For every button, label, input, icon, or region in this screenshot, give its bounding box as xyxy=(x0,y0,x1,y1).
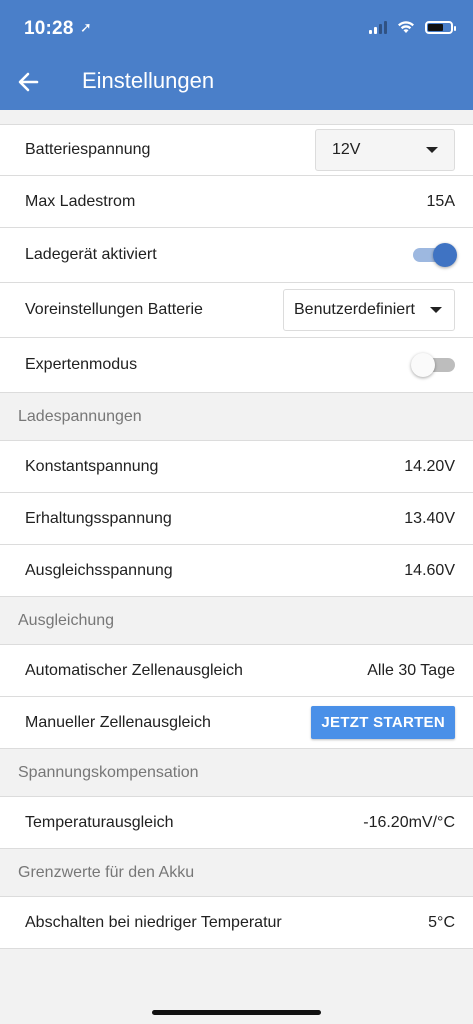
battery-presets-select[interactable]: Benutzerdefiniert xyxy=(283,289,455,331)
section-header-charge-voltages: Ladespannungen xyxy=(0,393,473,441)
start-now-button[interactable]: JETZT STARTEN xyxy=(311,706,455,739)
home-indicator[interactable] xyxy=(152,1010,321,1015)
low-temp-cutoff-value: 5°C xyxy=(428,913,455,931)
section-header-voltage-compensation: Spannungskompensation xyxy=(0,749,473,797)
section-header-equalization: Ausgleichung xyxy=(0,597,473,645)
expert-mode-row: Expertenmodus xyxy=(0,338,473,393)
battery-voltage-select[interactable]: 12V xyxy=(315,129,455,171)
wifi-icon xyxy=(398,21,414,33)
absorption-voltage-label: Konstantspannung xyxy=(25,457,159,475)
battery-presets-value: Benutzerdefiniert xyxy=(294,301,415,318)
equalization-voltage-value: 14.60V xyxy=(404,561,455,579)
manual-equalization-label: Manueller Zellenausgleich xyxy=(25,713,211,731)
absorption-voltage-row[interactable]: Konstantspannung 14.20V xyxy=(0,441,473,493)
settings-list: Batteriespannung 12V Max Ladestrom 15A L… xyxy=(0,110,473,949)
absorption-voltage-value: 14.20V xyxy=(404,457,455,475)
app-header: 10:28 ➚ Einstellungen xyxy=(0,0,473,110)
temperature-compensation-label: Temperaturausgleich xyxy=(25,813,174,831)
float-voltage-value: 13.40V xyxy=(404,509,455,527)
float-voltage-label: Erhaltungsspannung xyxy=(25,509,172,527)
location-arrow-icon: ➚ xyxy=(80,19,92,35)
equalization-voltage-row[interactable]: Ausgleichsspannung 14.60V xyxy=(0,545,473,597)
page-title: Einstellungen xyxy=(82,68,215,93)
dropdown-caret-icon xyxy=(426,147,438,153)
manual-equalization-row: Manueller Zellenausgleich JETZT STARTEN xyxy=(0,697,473,749)
low-temp-cutoff-row[interactable]: Abschalten bei niedriger Temperatur 5°C xyxy=(0,897,473,949)
charger-enabled-row: Ladegerät aktiviert xyxy=(0,228,473,283)
status-time: 10:28 xyxy=(24,18,74,39)
float-voltage-row[interactable]: Erhaltungsspannung 13.40V xyxy=(0,493,473,545)
automatic-equalization-row[interactable]: Automatischer Zellenausgleich Alle 30 Ta… xyxy=(0,645,473,697)
temperature-compensation-value: -16.20mV/°C xyxy=(363,813,455,831)
charger-enabled-toggle[interactable] xyxy=(411,243,457,267)
automatic-equalization-label: Automatischer Zellenausgleich xyxy=(25,661,243,679)
equalization-voltage-label: Ausgleichsspannung xyxy=(25,561,173,579)
battery-presets-label: Voreinstellungen Batterie xyxy=(25,301,203,318)
battery-voltage-label: Batteriespannung xyxy=(25,141,151,158)
section-header-battery-limits: Grenzwerte für den Akku xyxy=(0,849,473,897)
max-charge-current-row[interactable]: Max Ladestrom 15A xyxy=(0,176,473,228)
low-temp-cutoff-label: Abschalten bei niedriger Temperatur xyxy=(25,913,282,931)
max-charge-current-label: Max Ladestrom xyxy=(25,192,136,210)
back-arrow-icon[interactable] xyxy=(14,68,42,96)
battery-voltage-value: 12V xyxy=(332,141,361,158)
battery-presets-row: Voreinstellungen Batterie Benutzerdefini… xyxy=(0,283,473,338)
automatic-equalization-value: Alle 30 Tage xyxy=(367,661,455,679)
battery-icon xyxy=(425,20,456,34)
expert-mode-label: Expertenmodus xyxy=(25,356,138,373)
cellular-signal-icon xyxy=(369,20,387,34)
dropdown-caret-icon xyxy=(430,307,442,313)
battery-voltage-row: Batteriespannung 12V xyxy=(0,124,473,176)
max-charge-current-value: 15A xyxy=(426,192,455,210)
status-icons xyxy=(369,20,456,34)
charger-enabled-label: Ladegerät aktiviert xyxy=(25,246,157,263)
expert-mode-toggle[interactable] xyxy=(411,353,455,377)
temperature-compensation-row[interactable]: Temperaturausgleich -16.20mV/°C xyxy=(0,797,473,849)
